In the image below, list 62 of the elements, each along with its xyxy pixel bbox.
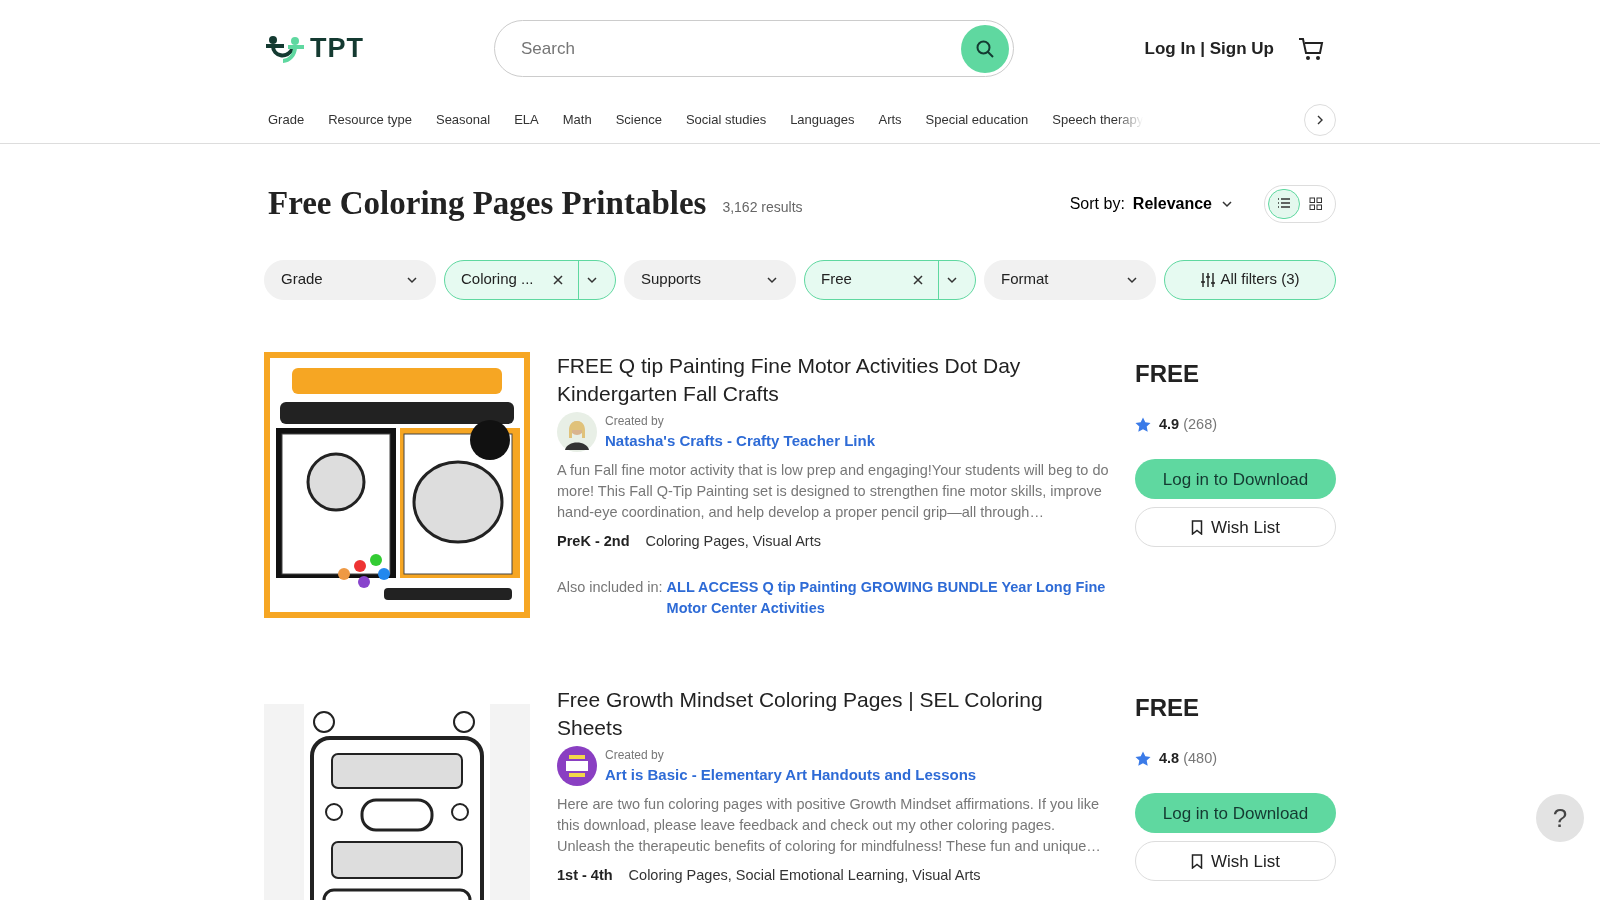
help-button[interactable]: ? xyxy=(1536,794,1584,842)
category-link[interactable]: Science xyxy=(615,110,662,130)
filter-dropdown[interactable]: Supports xyxy=(624,259,796,300)
list-view-button[interactable] xyxy=(1268,188,1300,219)
avatar-icon xyxy=(557,411,597,452)
result-count: 3,162 results xyxy=(722,198,803,218)
category-link[interactable]: Resource type xyxy=(328,110,412,130)
filter-dropdown[interactable]: Format xyxy=(984,259,1156,300)
close-icon[interactable] xyxy=(912,273,924,286)
filter-dropdown[interactable]: Free xyxy=(804,259,976,300)
wishlist-button[interactable]: Wish List xyxy=(1135,507,1336,548)
product-title[interactable]: FREE Q tip Painting Fine Motor Activities Dot Day Kindergarten Fall Crafts xyxy=(557,351,1110,408)
rating-text: 4.8 (480) xyxy=(1159,748,1218,768)
star-icon xyxy=(1135,750,1151,766)
page-title: Free Coloring Pages Printables xyxy=(267,184,707,223)
category-link[interactable]: Languages xyxy=(790,110,855,130)
category-link[interactable]: ELA xyxy=(514,110,539,130)
search-button[interactable] xyxy=(961,24,1009,73)
avatar-icon xyxy=(557,745,597,786)
filter-dropdown[interactable]: Coloring ... xyxy=(444,259,616,300)
grade-range: 1st - 4th xyxy=(557,866,613,886)
chevron-right-icon xyxy=(1315,115,1325,125)
all-filters-button[interactable]: All filters (3) xyxy=(1164,259,1336,300)
price-label: FREE xyxy=(1135,692,1200,723)
also-included-label: Also included in: xyxy=(557,577,663,597)
product-title[interactable]: Free Growth Mindset Coloring Pages | SEL Coloring Sheets xyxy=(557,685,1110,742)
created-by-label: Created by xyxy=(605,412,665,430)
category-link[interactable]: Arts xyxy=(878,110,902,130)
grade-range: PreK - 2nd xyxy=(557,532,630,552)
close-icon[interactable] xyxy=(552,273,564,286)
sort-dropdown[interactable]: Sort by: Relevance xyxy=(1063,190,1240,217)
bookmark-icon xyxy=(1191,853,1203,869)
search-field[interactable]: Search xyxy=(519,34,961,63)
subject-list: Coloring Pages, Social Emotional Learning, Visual Arts xyxy=(628,865,981,887)
list-icon xyxy=(1277,197,1291,211)
subject-list: Coloring Pages, Visual Arts xyxy=(645,531,821,553)
category-link[interactable]: Seasonal xyxy=(435,110,491,130)
author-link[interactable]: Natasha's Crafts - Crafty Teacher Link xyxy=(605,429,876,453)
search-icon xyxy=(976,39,994,58)
download-button[interactable]: Log in to Download xyxy=(1135,793,1336,834)
star-icon xyxy=(1135,416,1151,432)
bookmark-icon xyxy=(1191,519,1203,535)
category-link[interactable]: Social studies xyxy=(685,110,767,130)
sliders-icon xyxy=(1200,271,1217,288)
author-link[interactable]: Art is Basic - Elementary Art Handouts and Lessons xyxy=(605,763,977,787)
filter-dropdown[interactable]: Grade xyxy=(264,259,436,300)
wishlist-button[interactable]: Wish List xyxy=(1135,841,1336,882)
category-link[interactable]: Special education xyxy=(925,110,1029,130)
category-link[interactable]: Grade xyxy=(268,110,305,130)
product-description: A fun Fall fine motor activity that is low prep and engaging!Your students will beg to do more! This Fall Q-Tip Painting set is designed to strengthen fine motor skills, improve hand-eye coordination, and help develop a proper pencil grip—all through… xyxy=(557,461,1110,523)
grid-icon xyxy=(1309,197,1323,211)
rating-text: 4.9 (268) xyxy=(1159,414,1218,434)
scroll-right-button[interactable] xyxy=(1304,104,1336,136)
category-link[interactable]: Math xyxy=(562,110,592,130)
price-label: FREE xyxy=(1135,358,1200,389)
bundle-link[interactable]: ALL ACCESS Q tip Painting GROWING BUNDLE Year Long Fine Motor Center Activities xyxy=(666,576,1110,619)
cart-icon[interactable] xyxy=(1298,36,1324,61)
created-by-label: Created by xyxy=(605,746,665,764)
download-button[interactable]: Log in to Download xyxy=(1135,459,1336,500)
logo-text[interactable]: TPT xyxy=(310,28,364,69)
product-description: Here are two fun coloring pages with positive Growth Mindset affirmations. If you like this download, please leave feedback and check out my other coloring pages. Unleash the therapeutic benefits of coloring for mindfulness! These fun and unique… xyxy=(557,795,1102,857)
login-link[interactable]: Log In | Sign Up xyxy=(1144,35,1274,62)
